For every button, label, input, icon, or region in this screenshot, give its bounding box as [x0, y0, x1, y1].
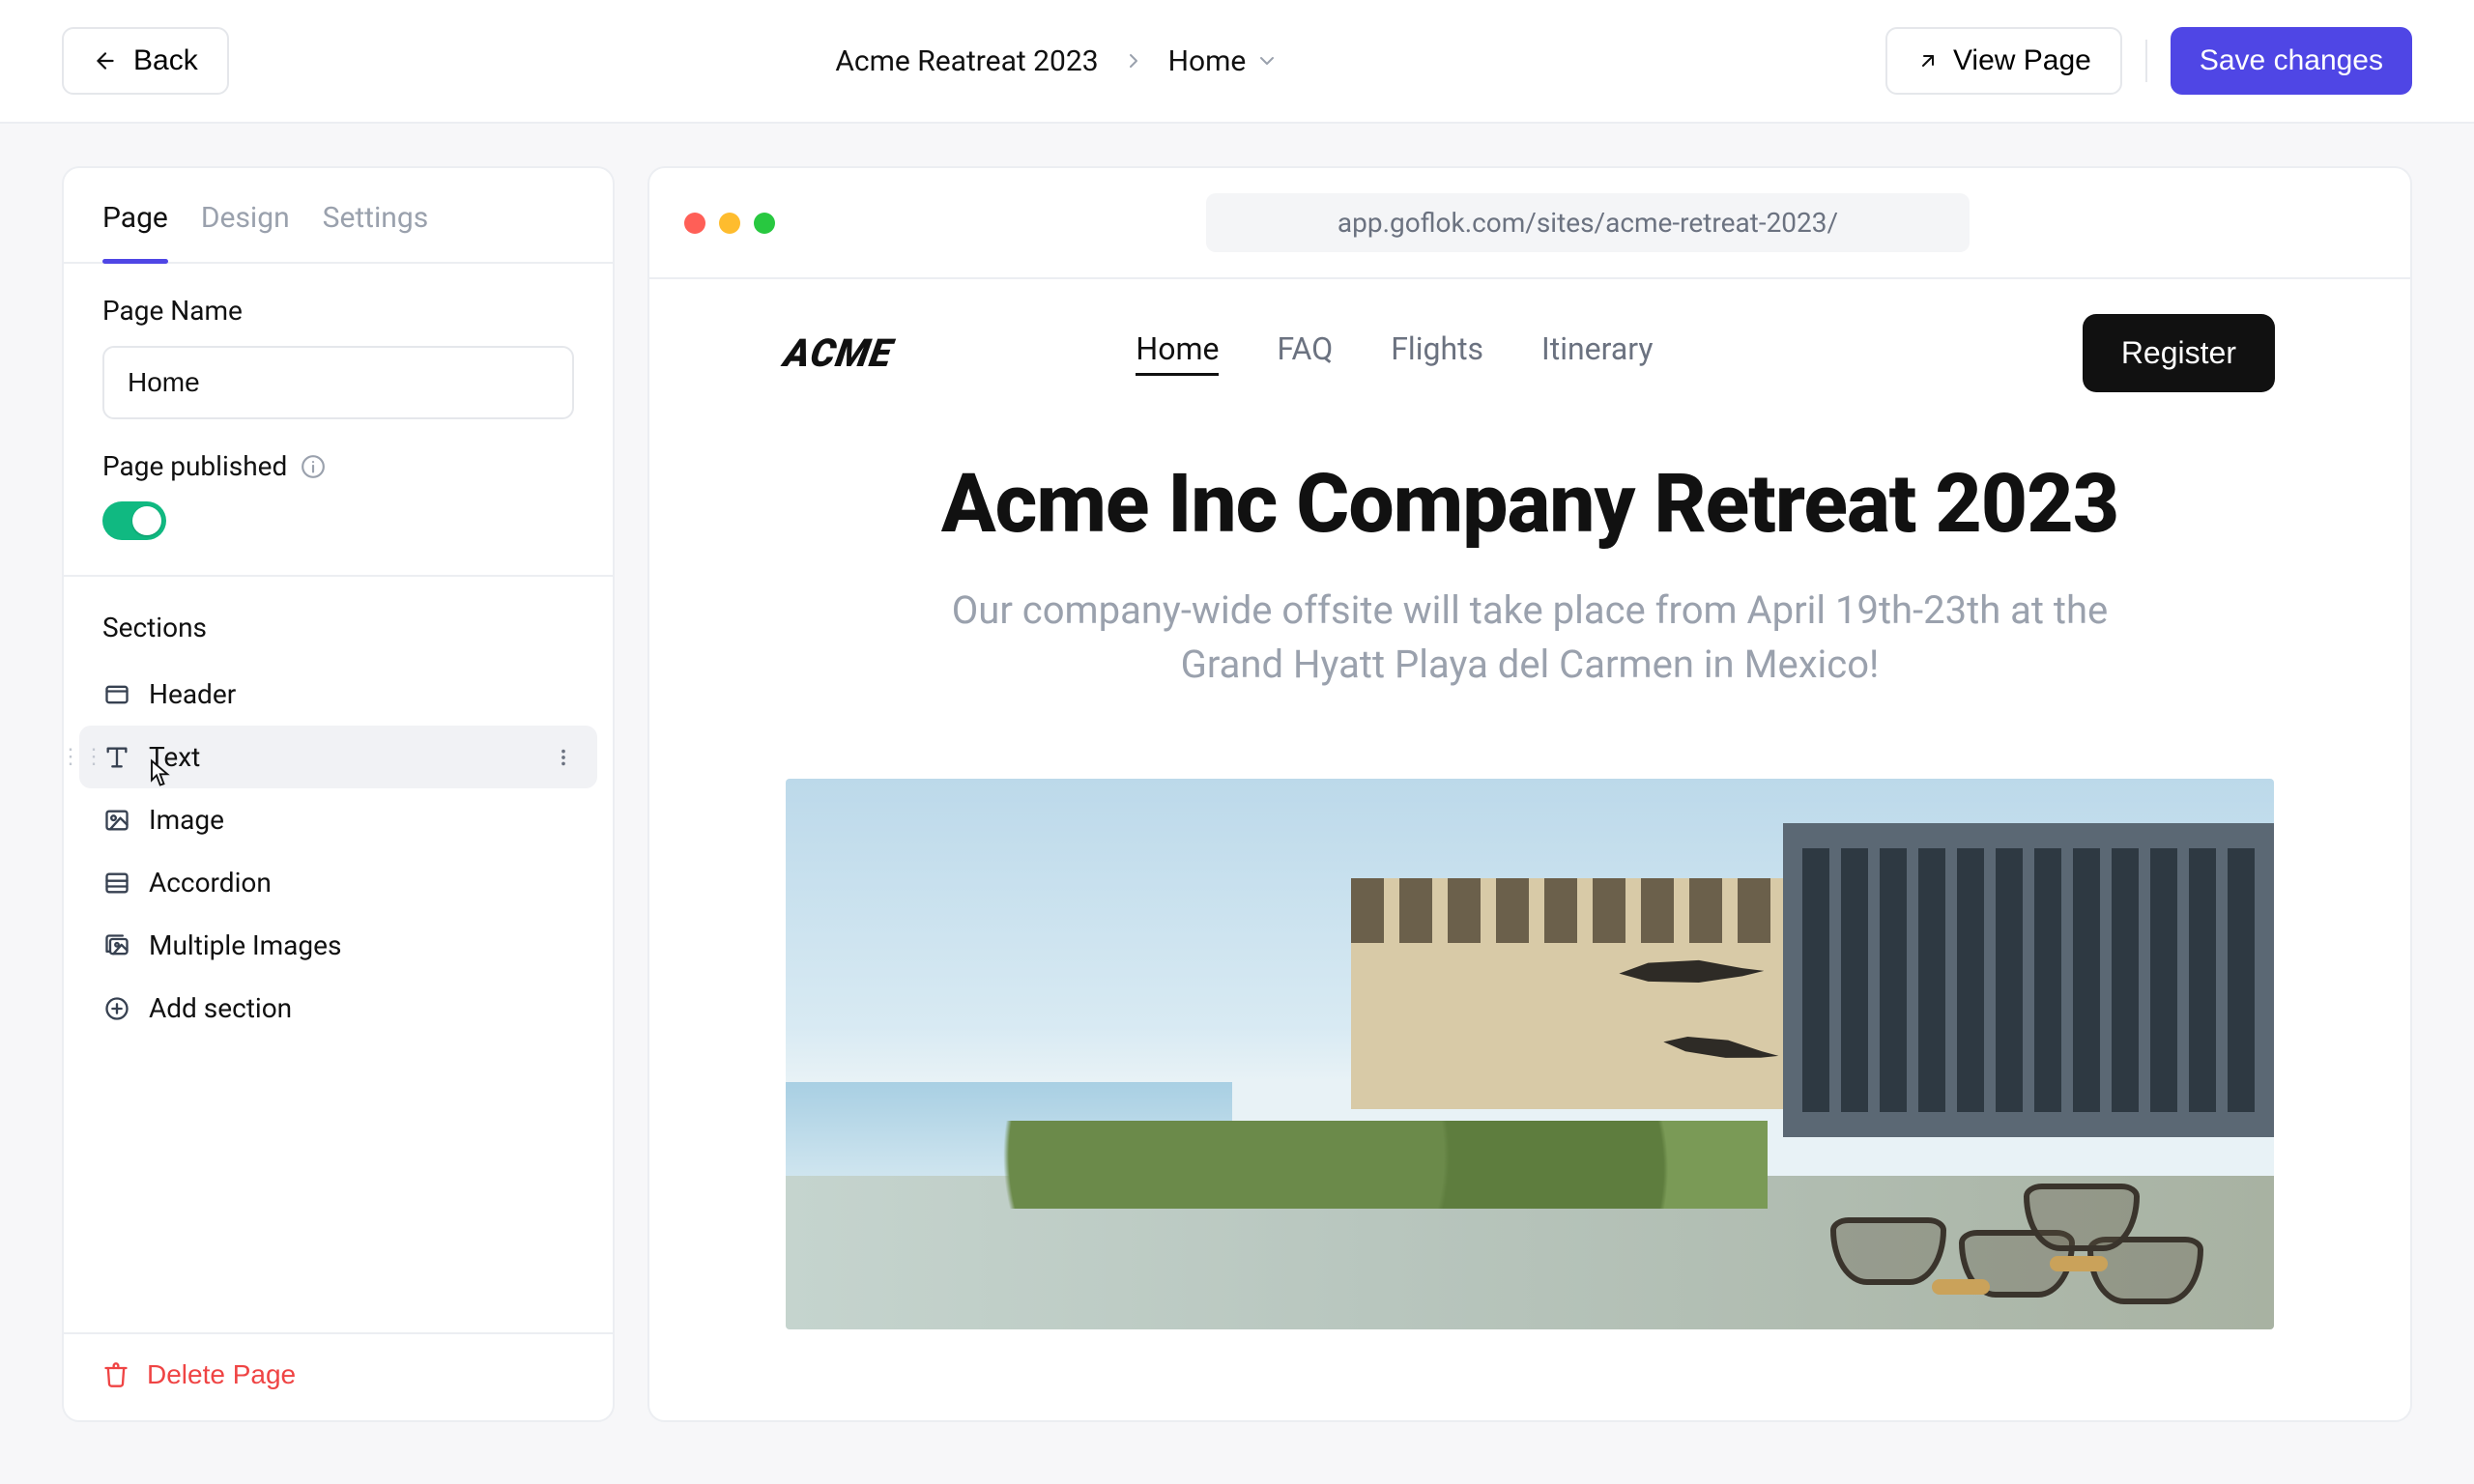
- tab-page[interactable]: Page: [102, 201, 168, 262]
- section-label: Header: [149, 678, 236, 710]
- images-icon: [102, 932, 131, 959]
- delete-page-label: Delete Page: [147, 1359, 296, 1390]
- trash-icon: [102, 1361, 129, 1388]
- window-close-icon: [684, 213, 705, 234]
- type-icon: [102, 744, 131, 771]
- section-item-image[interactable]: Image: [79, 788, 597, 851]
- nav-home[interactable]: Home: [1136, 330, 1219, 376]
- save-button[interactable]: Save changes: [2171, 27, 2412, 95]
- section-label: Multiple Images: [149, 929, 341, 961]
- sections-list: Sections Header ⋮⋮ Text: [64, 577, 613, 1332]
- tab-design[interactable]: Design: [201, 201, 290, 262]
- chevron-down-icon: [1255, 49, 1279, 72]
- chevron-right-icon: [1122, 49, 1145, 72]
- view-page-button[interactable]: View Page: [1885, 27, 2122, 95]
- section-label: Accordion: [149, 867, 272, 899]
- traffic-lights: [684, 213, 775, 234]
- info-icon: [301, 454, 326, 479]
- back-label: Back: [133, 44, 198, 77]
- sidebar-footer: Delete Page: [64, 1332, 613, 1420]
- preview-panel: app.goflok.com/sites/acme-retreat-2023/ …: [647, 166, 2412, 1422]
- section-item-header[interactable]: Header: [79, 663, 597, 726]
- tab-settings[interactable]: Settings: [323, 201, 429, 262]
- delete-page-button[interactable]: Delete Page: [102, 1359, 296, 1390]
- plus-circle-icon: [102, 995, 131, 1022]
- topbar-actions: View Page Save changes: [1885, 27, 2412, 95]
- external-link-icon: [1916, 49, 1940, 72]
- url-bar: app.goflok.com/sites/acme-retreat-2023/: [1206, 193, 1970, 252]
- nav-faq[interactable]: FAQ: [1277, 330, 1333, 376]
- breadcrumb-site[interactable]: Acme Reatreat 2023: [835, 44, 1098, 78]
- sidebar-tabs: Page Design Settings: [64, 168, 613, 264]
- back-button[interactable]: Back: [62, 27, 229, 95]
- topbar: Back Acme Reatreat 2023 Home View Page S…: [0, 0, 2474, 124]
- rows-icon: [102, 870, 131, 897]
- window-icon: [102, 681, 131, 708]
- site-logo: ACME: [781, 330, 897, 376]
- add-section-label: Add section: [149, 992, 292, 1024]
- site-nav: ACME Home FAQ Flights Itinerary Register: [785, 314, 2275, 392]
- hero-subtitle: Our company-wide offsite will take place…: [902, 584, 2158, 692]
- image-icon: [102, 807, 131, 834]
- section-item-multiple-images[interactable]: Multiple Images: [79, 914, 597, 977]
- section-item-accordion[interactable]: Accordion: [79, 851, 597, 914]
- hero-title: Acme Inc Company Retreat 2023: [785, 460, 2275, 549]
- window-zoom-icon: [754, 213, 775, 234]
- site-preview: ACME Home FAQ Flights Itinerary Register…: [649, 279, 2410, 1329]
- add-section-button[interactable]: Add section: [79, 977, 597, 1040]
- section-item-text[interactable]: ⋮⋮ Text: [79, 726, 597, 788]
- nav-links: Home FAQ Flights Itinerary: [1136, 330, 1653, 376]
- breadcrumb-page-dropdown[interactable]: Home: [1168, 44, 1280, 78]
- page-published-text: Page published: [102, 450, 287, 482]
- page-published-block: Page published: [64, 419, 613, 577]
- section-label: Image: [149, 804, 224, 836]
- nav-itinerary[interactable]: Itinerary: [1541, 330, 1653, 376]
- breadcrumb: Acme Reatreat 2023 Home: [835, 44, 1279, 78]
- page-name-input[interactable]: [102, 346, 574, 419]
- published-toggle[interactable]: [102, 501, 166, 540]
- window-minimize-icon: [719, 213, 740, 234]
- sidebar: Page Design Settings Page Name Page publ…: [62, 166, 615, 1422]
- drag-handle-icon[interactable]: ⋮⋮: [64, 751, 106, 764]
- section-label: Text: [149, 741, 200, 773]
- browser-chrome: app.goflok.com/sites/acme-retreat-2023/: [649, 168, 2410, 277]
- arrow-left-icon: [93, 48, 118, 73]
- breadcrumb-page: Home: [1168, 44, 1247, 78]
- workspace: Page Design Settings Page Name Page publ…: [0, 124, 2474, 1465]
- divider: [2145, 40, 2147, 82]
- page-published-label: Page published: [102, 450, 574, 482]
- page-name-block: Page Name: [64, 264, 613, 419]
- page-name-label: Page Name: [102, 295, 574, 327]
- hero-image: [786, 779, 2274, 1329]
- sections-title: Sections: [79, 604, 597, 663]
- view-page-label: View Page: [1953, 44, 2091, 77]
- more-icon[interactable]: [553, 747, 574, 768]
- nav-flights[interactable]: Flights: [1391, 330, 1483, 376]
- register-button[interactable]: Register: [2083, 314, 2275, 392]
